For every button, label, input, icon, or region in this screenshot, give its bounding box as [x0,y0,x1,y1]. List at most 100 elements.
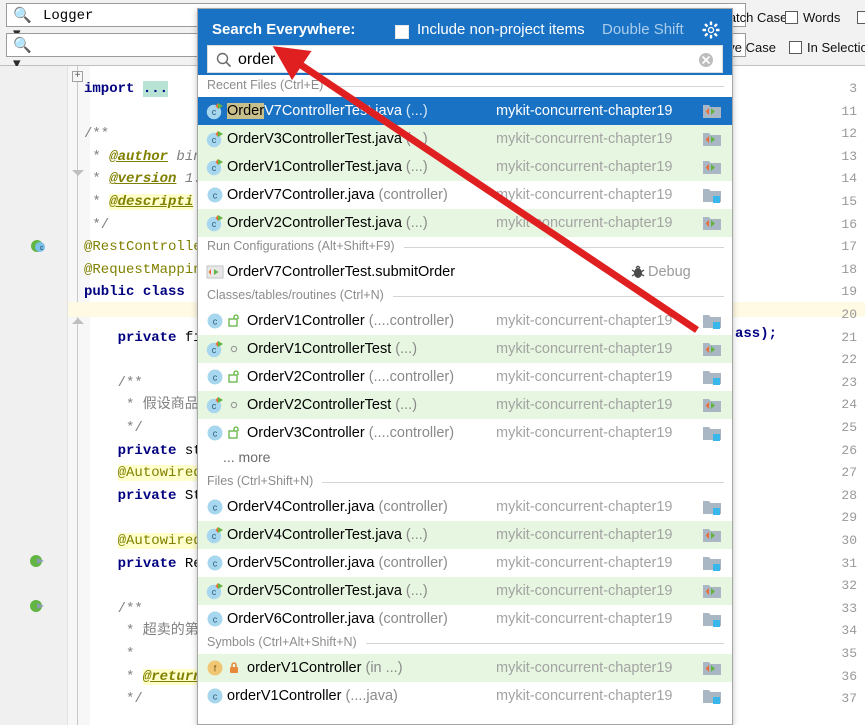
option-in-selection[interactable]: In Selection [789,40,865,55]
text-caret [287,51,288,70]
search-result-row[interactable]: c OrderV4ControllerTest.java (...) mykit-c… [198,521,732,549]
java-class-icon: c [206,368,224,386]
result-name: OrderV2ControllerTest.java (...) [227,215,428,231]
search-icon-2: 🔍▾ [13,37,32,72]
option-regex[interactable] [857,10,865,25]
line-number: 30 [841,533,857,548]
search-result-row[interactable]: c OrderV1ControllerTest (...) mykit-concur… [198,335,732,363]
run-folder-icon [702,582,722,600]
result-location: (controller) [378,499,448,515]
option-words[interactable]: Words [785,10,840,25]
line-number: 19 [841,284,857,300]
result-location: (controller) [378,555,448,571]
result-location: (....controller) [368,369,455,385]
run-folder-icon [702,526,722,544]
private-lock-icon [227,661,241,675]
search-result-row[interactable]: c OrderV6Controller.java (controller) myki… [198,605,732,633]
words-checkbox[interactable] [785,11,798,24]
results-section-label: Recent Files (Ctrl+E) [207,78,331,92]
result-module: mykit-concurrent-chapter19 [496,555,673,571]
java-class-icon: c [206,424,224,442]
result-module: mykit-concurrent-chapter19 [496,527,673,543]
show-more-row[interactable]: ... more [198,447,732,471]
svg-text:c: c [213,190,218,200]
svg-text:c: c [213,614,218,624]
search-result-row[interactable]: OrderV7ControllerTest.submitOrder Debug [198,258,732,286]
search-everywhere-popup[interactable]: Search Everywhere: Include non-project i… [197,8,733,725]
svg-text:c: c [213,691,218,701]
result-module: mykit-concurrent-chapter19 [496,341,673,357]
debug-action-label[interactable]: Debug [648,262,691,282]
fold-expand-marker-3[interactable]: + [72,71,83,82]
run-class-gutter-icon[interactable]: c [30,238,46,254]
implements-gutter-icon-31[interactable] [30,598,46,614]
search-everywhere-input[interactable]: order [207,45,723,73]
search-result-row[interactable]: c OrderV1ControllerTest.java (...) mykit-c… [198,153,732,181]
code-line: private st [117,442,202,459]
include-non-project-checkbox[interactable] [395,25,409,39]
search-result-row[interactable]: c OrderV7ControllerTest.java (...) mykit-c… [198,97,732,125]
search-result-row[interactable]: c OrderV3ControllerTest.java (...) mykit-c… [198,125,732,153]
search-result-row[interactable]: c OrderV5Controller.java (controller) myki… [198,549,732,577]
debug-bug-icon[interactable] [630,264,646,280]
svg-text:c: c [40,245,44,252]
result-module: mykit-concurrent-chapter19 [496,583,673,599]
java-class-icon: c [206,186,224,204]
result-location: (....controller) [368,425,455,441]
line-number: 31 [841,555,857,571]
editor-gutter[interactable] [0,66,68,725]
code-line: * @return [84,668,202,685]
implements-gutter-icon-28[interactable] [30,553,46,569]
results-section-header: Classes/tables/routines (Ctrl+N) [198,286,732,306]
search-result-row[interactable]: c OrderV2ControllerTest.java (...) mykit-c… [198,209,732,237]
search-result-row[interactable]: c OrderV7Controller.java (controller) myki… [198,181,732,209]
result-module: mykit-concurrent-chapter19 [496,660,673,676]
regex-checkbox[interactable] [857,11,865,24]
search-result-row[interactable]: c OrderV4Controller.java (controller) myki… [198,493,732,521]
search-result-row[interactable]: c orderV1Controller (....java) mykit-concu… [198,682,732,710]
search-result-row[interactable]: c OrderV5ControllerTest.java (...) mykit-c… [198,577,732,605]
svg-text:c: c [212,135,217,145]
line-number: 11 [841,103,857,119]
search-everywhere-title: Search Everywhere: [212,21,356,38]
search-result-row[interactable]: c OrderV3Controller (....controller) mykit… [198,419,732,447]
line-number: 23 [841,374,857,390]
clear-icon[interactable] [698,52,714,68]
search-everywhere-header: Search Everywhere: Include non-project i… [198,9,732,75]
line-number: 12 [841,126,857,142]
result-module: mykit-concurrent-chapter19 [496,499,673,515]
search-result-row[interactable]: c OrderV2Controller (....controller) mykit… [198,363,732,391]
result-name: OrderV7Controller.java (controller) [227,187,448,203]
result-name: OrderV5ControllerTest.java (...) [227,583,428,599]
in-selection-checkbox[interactable] [789,41,802,54]
run-folder-icon [702,214,722,232]
search-result-row[interactable]: c OrderV1Controller (....controller) mykit… [198,307,732,335]
fold-end-marker-16[interactable] [72,318,84,324]
code-line: */ [84,216,110,233]
search-result-row[interactable]: c OrderV2ControllerTest (...) mykit-concur… [198,391,732,419]
svg-text:c: c [213,316,218,326]
svg-text:c: c [212,401,217,411]
results-section-header: Run Configurations (Alt+Shift+F9) [198,237,732,257]
fold-collapse-marker-12[interactable] [72,170,84,176]
gear-icon[interactable] [702,21,720,39]
search-result-row[interactable]: f orderV1Controller (in ...) mykit-concurr… [198,654,732,682]
result-module: mykit-concurrent-chapter19 [496,369,673,385]
result-name: OrderV5Controller.java (controller) [227,555,448,571]
result-name: OrderV1ControllerTest (...) [247,341,418,357]
result-name: orderV1Controller (....java) [227,688,398,704]
result-location: (controller) [378,187,448,203]
search-query-value: order [238,51,276,68]
code-line: public class [84,284,185,301]
line-number: 29 [841,510,857,526]
run-folder-icon [702,102,722,120]
source-folder-icon [702,498,722,516]
search-results-list[interactable]: Recent Files (Ctrl+E) c OrderV7ControllerT… [198,76,732,724]
java-class-icon: c [206,554,224,572]
overlap-code-fragment: ass); [735,327,777,342]
result-location: (...) [405,103,428,119]
result-module: mykit-concurrent-chapter19 [496,131,673,147]
line-number: 33 [841,600,857,616]
svg-text:c: c [212,107,217,117]
result-location: (...) [405,527,428,543]
